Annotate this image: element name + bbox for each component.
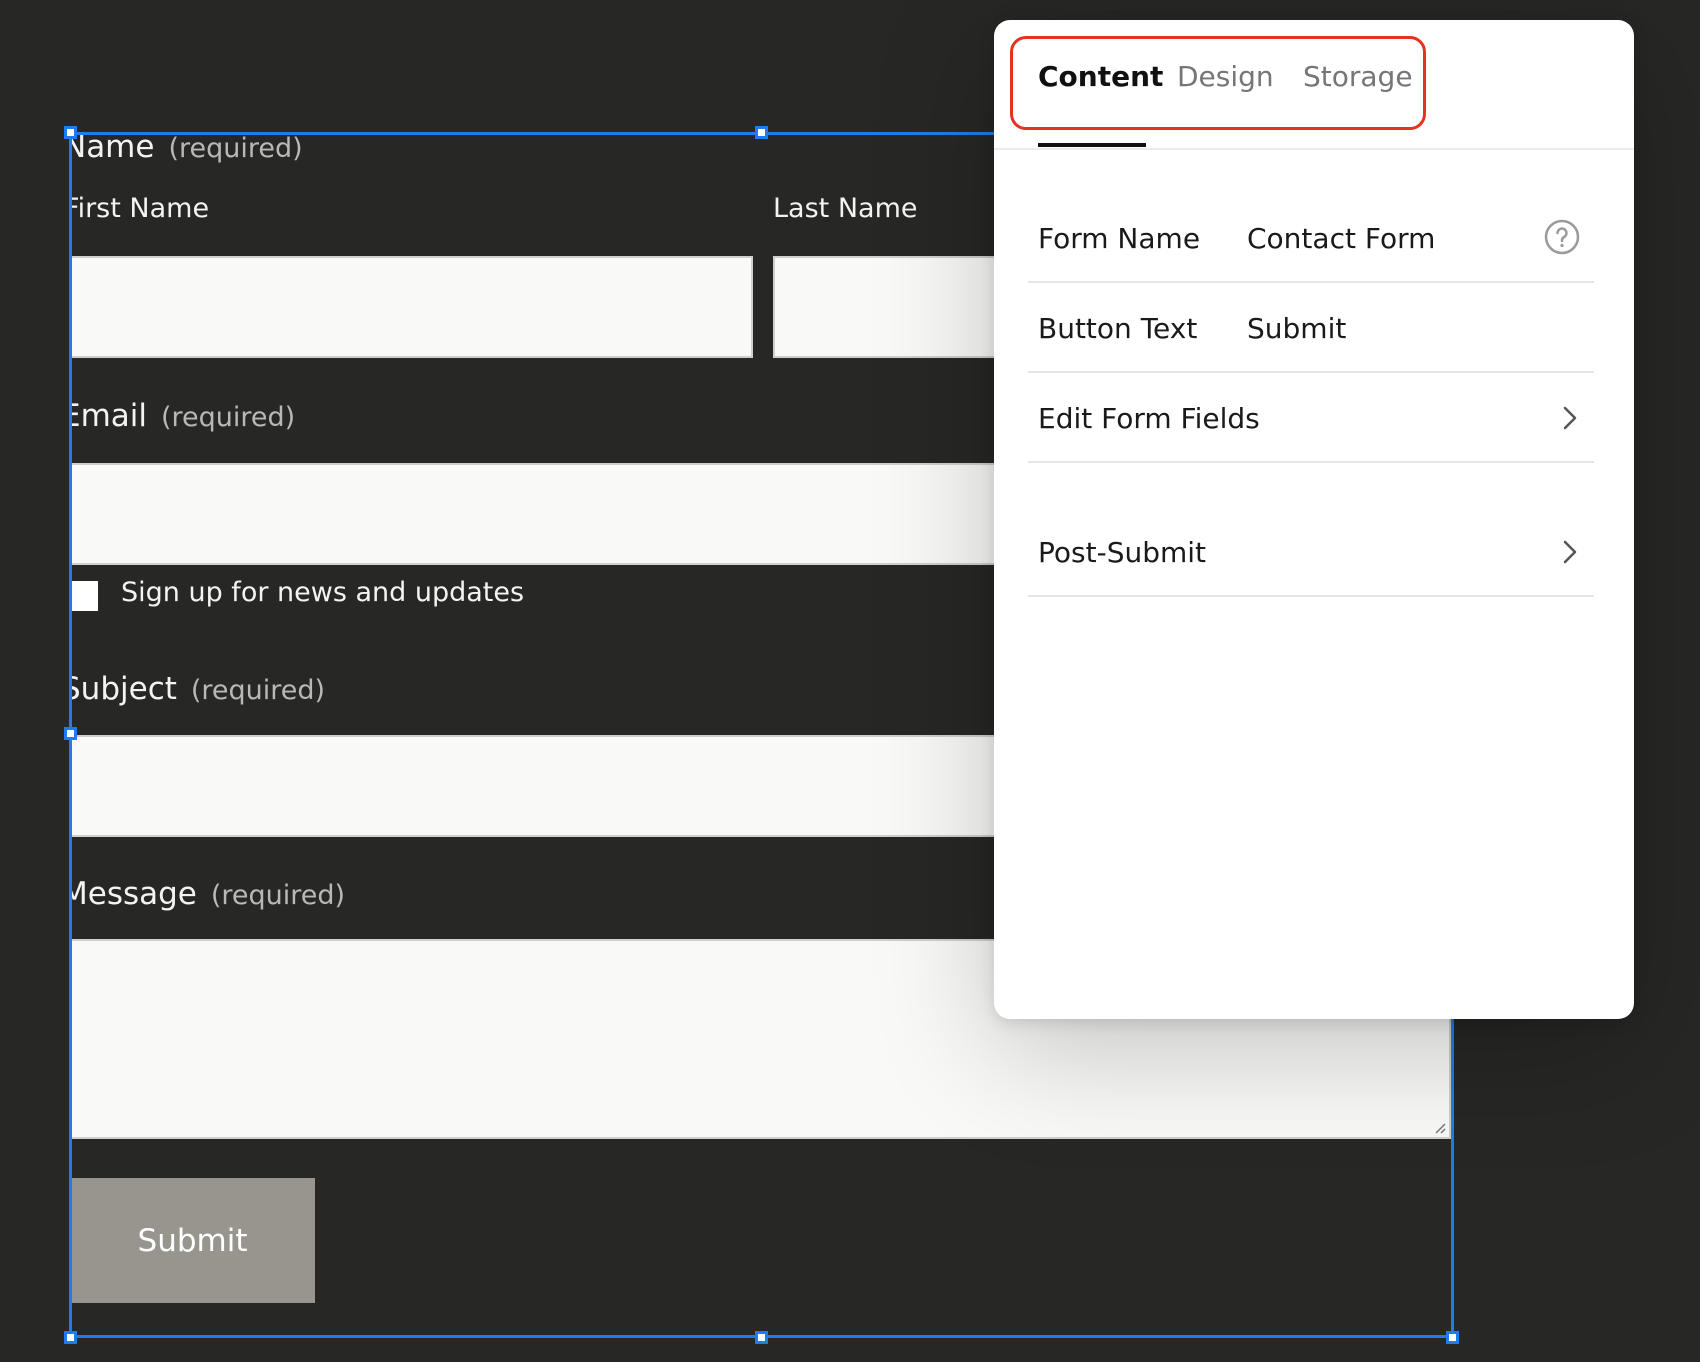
first-name-input[interactable] xyxy=(70,256,753,358)
tabs-highlight-annotation xyxy=(1010,36,1426,130)
newsletter-checkbox[interactable] xyxy=(70,581,98,611)
form-name-row[interactable]: Form Name Contact Form xyxy=(1028,195,1594,283)
chevron-right-icon xyxy=(1563,406,1577,430)
resize-handle-top[interactable] xyxy=(755,126,768,139)
tabs-divider xyxy=(994,148,1634,150)
name-required-text: (required) xyxy=(168,133,303,164)
post-submit-label: Post-Submit xyxy=(1038,536,1207,569)
email-label-text: Email xyxy=(70,398,148,434)
form-name-label: Form Name xyxy=(1038,222,1201,255)
name-label: Name (required) xyxy=(70,133,303,165)
button-text-value[interactable]: Submit xyxy=(1247,312,1346,345)
help-icon[interactable] xyxy=(1544,219,1580,255)
chevron-right-icon xyxy=(1563,540,1577,564)
button-text-row[interactable]: Button Text Submit xyxy=(1028,285,1594,373)
subject-required-text: (required) xyxy=(190,675,326,706)
last-name-label: Last Name xyxy=(773,193,918,224)
form-name-value[interactable]: Contact Form xyxy=(1247,222,1435,255)
edit-form-fields-row[interactable]: Edit Form Fields xyxy=(1028,375,1594,463)
button-text-label: Button Text xyxy=(1038,312,1198,345)
newsletter-label: Sign up for news and updates xyxy=(121,577,525,608)
resize-handle-left[interactable] xyxy=(64,727,77,740)
resize-handle-bottom-right[interactable] xyxy=(1446,1331,1459,1344)
resize-handle-bottom[interactable] xyxy=(755,1331,768,1344)
form-settings-panel: Content Design Storage Form Name Contact… xyxy=(994,20,1634,1019)
email-required-text: (required) xyxy=(161,402,296,433)
message-required-text: (required) xyxy=(210,880,346,911)
edit-form-fields-label: Edit Form Fields xyxy=(1038,402,1260,435)
message-label-text: Message xyxy=(70,876,197,912)
submit-button[interactable]: Submit xyxy=(70,1178,315,1303)
name-label-text: Name xyxy=(70,133,155,165)
resize-grip-icon[interactable] xyxy=(1434,1122,1446,1134)
active-tab-indicator xyxy=(1038,143,1146,147)
message-label: Message (required) xyxy=(70,876,345,912)
post-submit-row[interactable]: Post-Submit xyxy=(1028,509,1594,597)
subject-label-text: Subject xyxy=(70,671,177,707)
subject-label: Subject (required) xyxy=(70,671,325,707)
email-label: Email (required) xyxy=(70,398,295,434)
resize-handle-bottom-left[interactable] xyxy=(64,1331,77,1344)
resize-handle-top-left[interactable] xyxy=(64,126,77,139)
first-name-label: First Name xyxy=(70,193,210,224)
